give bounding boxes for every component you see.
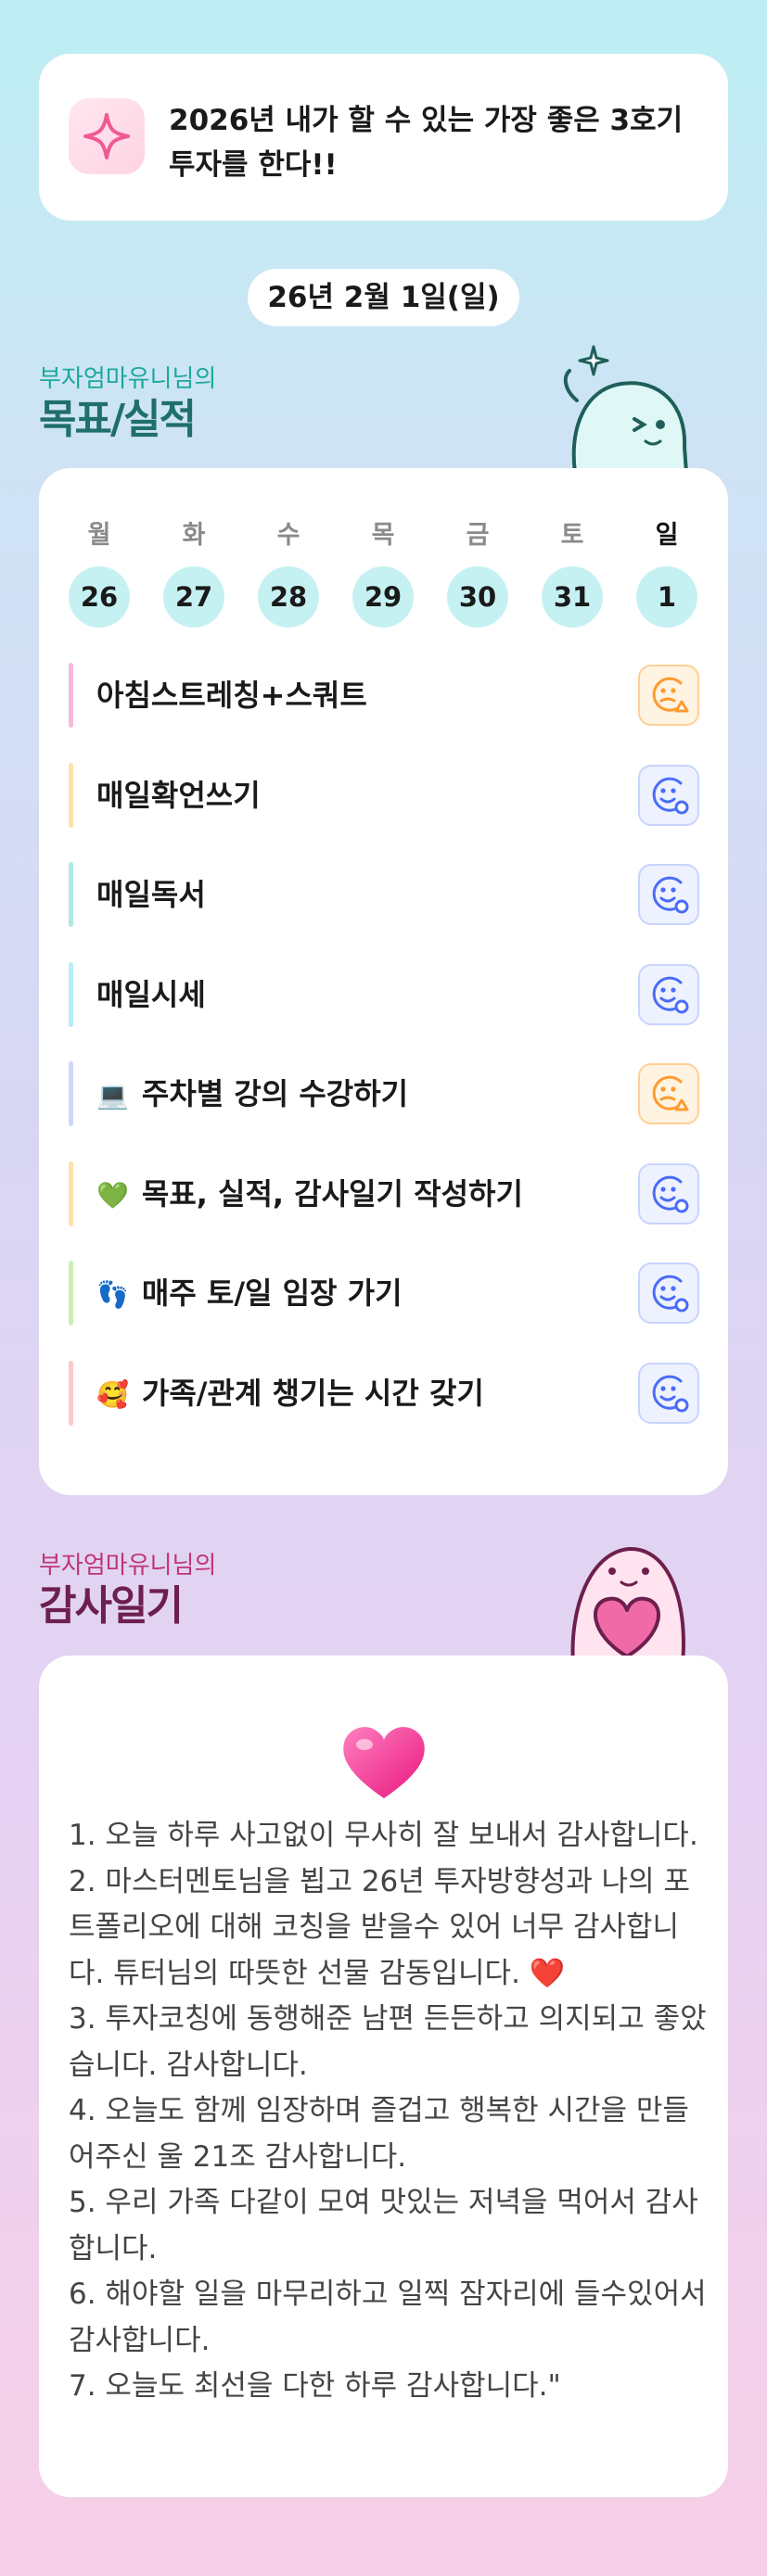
gratitude-card: 1. 오늘 하루 사고없이 무사히 잘 보내서 감사합니다. 2. 마스터멘토님… (39, 1656, 728, 2497)
task-color-bar (69, 663, 73, 728)
status-pending-face-icon[interactable] (638, 1063, 699, 1124)
record-section-title: 목표/실적 (39, 396, 197, 443)
date-label: 26년 2월 1일(일) (248, 269, 519, 326)
task-label-text: 목표, 실적, 감사일기 작성하기 (141, 1175, 523, 1212)
sparkle-icon (69, 98, 145, 174)
task-label: 💚 목표, 실적, 감사일기 작성하기 (96, 1161, 523, 1228)
day-number: 1 (636, 566, 697, 628)
task-label-text: 매주 토/일 임장 가기 (141, 1275, 403, 1311)
task-emoji: 💻 (96, 1080, 129, 1110)
day-column[interactable]: 월 26 (69, 514, 130, 628)
task-label-text: 매일시세 (96, 976, 206, 1012)
task-color-bar (69, 961, 73, 1027)
day-name: 일 (655, 521, 679, 550)
status-pending-face-icon[interactable] (638, 665, 699, 726)
gratitude-section-title: 감사일기 (39, 1582, 184, 1630)
day-name: 수 (276, 521, 300, 550)
task-row[interactable]: 매일시세 (69, 961, 699, 1027)
task-label: 아침스트레칭+스쿼트 (96, 663, 367, 728)
task-row[interactable]: 매일독서 (69, 862, 699, 927)
gratitude-text: 1. 오늘 하루 사고없이 무사히 잘 보내서 감사합니다. 2. 마스터멘토님… (69, 1813, 709, 2410)
task-label: 매일시세 (96, 962, 206, 1027)
day-name: 토 (560, 521, 584, 550)
task-label-text: 가족/관계 챙기는 시간 갖기 (141, 1375, 484, 1411)
day-number: 28 (258, 566, 319, 628)
task-color-bar (69, 1261, 73, 1326)
task-color-bar (69, 862, 73, 927)
day-number: 30 (447, 566, 508, 628)
gratitude-line: 3. 투자코칭에 동행해준 남편 든든하고 의지되고 좋았습니다. 감사합니다. (69, 2002, 707, 2082)
day-number: 31 (542, 566, 603, 628)
status-done-face-icon[interactable] (638, 963, 699, 1025)
task-color-bar (69, 1360, 73, 1426)
task-label-text: 매일독서 (96, 877, 206, 912)
gratitude-line: 5. 우리 가족 다같이 모여 맛있는 저녁을 먹어서 감사합니다. (69, 2186, 698, 2265)
task-row[interactable]: 💚 목표, 실적, 감사일기 작성하기 (69, 1161, 699, 1226)
task-label: 👣 매주 토/일 임장 가기 (96, 1261, 403, 1327)
week-task-card: 월 26 화 27 수 28 목 29 금 30 토 31 일 1 아침스트레칭… (39, 468, 728, 1495)
mascot-heart-hug-icon (553, 1534, 701, 1666)
task-row[interactable]: 매일확언쓰기 (69, 762, 699, 828)
task-row[interactable]: 💻 주차별 강의 수강하기 (69, 1061, 699, 1126)
status-done-face-icon[interactable] (638, 1362, 699, 1424)
task-row[interactable]: 👣 매주 토/일 임장 가기 (69, 1261, 699, 1326)
day-column[interactable]: 수 28 (258, 514, 319, 628)
day-column[interactable]: 화 27 (163, 514, 224, 628)
status-done-face-icon[interactable] (638, 764, 699, 826)
day-name: 금 (466, 521, 490, 550)
task-row[interactable]: 🥰 가족/관계 챙기는 시간 갖기 (69, 1360, 699, 1428)
heart-icon (340, 1722, 428, 1800)
task-emoji: 💚 (96, 1179, 129, 1211)
goal-text: 2026년 내가 할 수 있는 가장 좋은 3호기 투자를 한다!! (169, 104, 684, 182)
task-label: 🥰 가족/관계 챙기는 시간 갖기 (96, 1361, 484, 1428)
gratitude-line: 2. 마스터멘토님을 뵙고 26년 투자방향성과 나의 포트폴리오에 대해 코칭… (69, 1864, 691, 1990)
gratitude-line: 7. 오늘도 최선을 다한 하루 감사합니다." (69, 2369, 561, 2403)
mascot-ghost-icon (556, 345, 696, 475)
task-label: 매일독서 (96, 862, 206, 927)
task-emoji: 🥰 (96, 1378, 129, 1410)
task-row[interactable]: 아침스트레칭+스쿼트 (69, 663, 699, 728)
day-number: 27 (163, 566, 224, 628)
day-number: 26 (69, 566, 130, 628)
task-emoji: 👣 (96, 1279, 129, 1310)
day-column[interactable]: 금 30 (447, 514, 508, 628)
goal-card: 2026년 내가 할 수 있는 가장 좋은 3호기 투자를 한다!! (39, 54, 728, 221)
task-color-bar (69, 1061, 73, 1126)
task-color-bar (69, 762, 73, 828)
gratitude-line: 1. 오늘 하루 사고없이 무사히 잘 보내서 감사합니다. (69, 1819, 698, 1852)
task-color-bar (69, 1161, 73, 1226)
day-column[interactable]: 목 29 (352, 514, 414, 628)
task-label: 매일확언쓰기 (96, 763, 261, 828)
day-name: 화 (182, 521, 206, 550)
status-done-face-icon[interactable] (638, 1162, 699, 1225)
day-name: 목 (371, 521, 395, 550)
day-name: 월 (87, 521, 111, 550)
task-label: 💻 주차별 강의 수강하기 (96, 1061, 408, 1128)
day-column-selected[interactable]: 일 1 (636, 514, 697, 628)
status-done-face-icon[interactable] (638, 1263, 699, 1324)
day-number: 29 (352, 566, 414, 628)
status-done-face-icon[interactable] (638, 864, 699, 925)
gratitude-line: 6. 해야할 일을 마무리하고 일찍 잠자리에 들수있어서 감사합니다. (69, 2278, 707, 2357)
task-label-text: 아침스트레칭+스쿼트 (96, 678, 367, 713)
task-label-text: 주차별 강의 수강하기 (141, 1076, 409, 1111)
task-label-text: 매일확언쓰기 (96, 777, 261, 813)
day-column[interactable]: 토 31 (542, 514, 603, 628)
gratitude-line: 4. 오늘도 함께 임장하며 즐겁고 행복한 시간을 만들어주신 울 21조 감… (69, 2094, 689, 2174)
